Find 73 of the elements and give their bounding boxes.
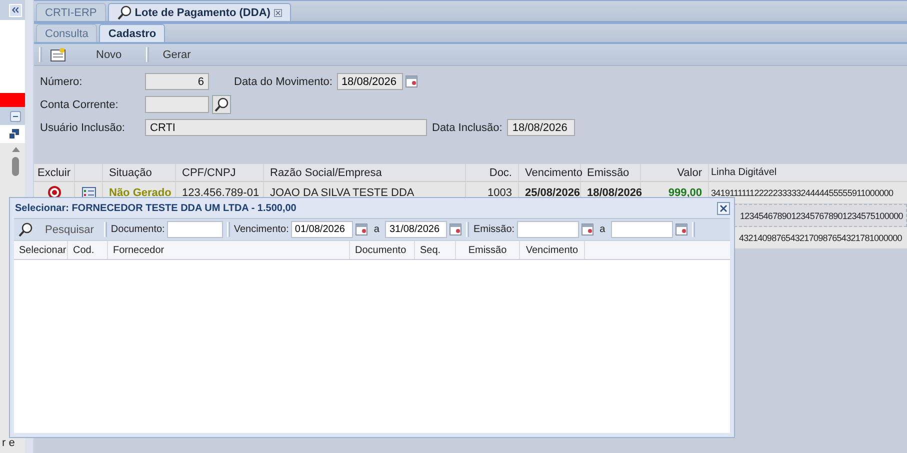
search-icon	[116, 5, 131, 20]
table-cell: 18/08/2026	[587, 186, 642, 198]
input-field[interactable]: CRTI	[145, 119, 427, 136]
new-document-icon	[50, 48, 66, 62]
search-button[interactable]: Pesquisar	[18, 222, 100, 237]
field-label: Data do Movimento:	[234, 76, 332, 88]
input-field[interactable]: 6	[145, 73, 209, 90]
column-header[interactable]: Doc.	[466, 164, 519, 181]
scrollbar-thumb[interactable]	[12, 157, 19, 176]
date-field[interactable]: 18/08/2026	[337, 73, 404, 90]
table-cell: 123.456.789-01	[182, 186, 260, 198]
toolbar-button[interactable]: Gerar	[156, 46, 197, 62]
table-cell: 43214098765432170987654321781000000	[739, 232, 902, 242]
column-header[interactable]: Documento	[350, 241, 415, 259]
column-header[interactable]: Emissão	[456, 241, 520, 259]
field-label: Vencimento:	[234, 224, 289, 235]
column-header[interactable]: Situação	[103, 164, 176, 181]
field-label: Documento:	[110, 224, 165, 235]
table-cell: Não Gerado	[109, 186, 172, 198]
table-cell: 25/08/2026	[525, 186, 580, 198]
table-cell: 3419111111222223333324444455555911000000	[711, 188, 894, 198]
column-header[interactable]: Emissão	[581, 164, 641, 181]
window-icon	[9, 129, 19, 139]
table-cell: 12345467890123457678901234575100000	[740, 210, 903, 220]
delete-icon	[48, 186, 60, 199]
toolbar-button[interactable]: Novo	[90, 46, 128, 62]
table-cell: 999,00	[668, 186, 702, 198]
column-header[interactable]: Seq.	[415, 241, 456, 259]
double-chevron-icon	[12, 7, 19, 13]
table-cell: JOAO DA SILVA TESTE DDA	[270, 186, 414, 198]
date-field[interactable]: 31/08/2026	[385, 221, 448, 238]
input-field[interactable]	[166, 221, 223, 238]
column-header[interactable]: Selecionar	[14, 241, 68, 259]
calendar-icon	[580, 223, 594, 236]
dialog-title: Selecionar: FORNECEDOR TESTE DDA UM LTDA - 1.500,00	[15, 202, 296, 214]
search-icon	[18, 222, 33, 237]
column-header[interactable]: Vencimento	[520, 241, 585, 259]
date-field[interactable]	[516, 221, 579, 238]
calendar-icon	[675, 223, 688, 236]
minimize-button[interactable]	[10, 110, 21, 122]
field-label: a	[374, 224, 380, 235]
column-header[interactable]: Razão Social/Empresa	[264, 164, 466, 181]
input-field[interactable]	[145, 96, 209, 113]
column-header[interactable]: Cod.	[68, 241, 108, 259]
close-button[interactable]	[717, 202, 730, 214]
search-icon	[214, 97, 229, 112]
column-header[interactable]: Excluir	[34, 164, 75, 181]
date-field[interactable]	[611, 221, 674, 238]
field-label: Conta Corrente:	[40, 98, 120, 110]
field-label: Usuário Inclusão:	[40, 122, 126, 134]
input-field[interactable]: 18/08/2026	[507, 119, 576, 136]
calendar-icon	[405, 75, 418, 88]
collapse-button[interactable]	[9, 4, 22, 16]
field-label: a	[600, 224, 606, 235]
date-field[interactable]: 01/08/2026	[290, 221, 353, 238]
calendar-icon	[449, 223, 462, 236]
search-button[interactable]	[212, 95, 231, 114]
table-cell: 1003	[488, 186, 512, 198]
sidebar-text: r e	[2, 437, 15, 449]
tab[interactable]: Lote de Pagamento (DDA)	[108, 3, 292, 21]
column-header[interactable]: Fornecedor	[108, 241, 350, 259]
field-label: Data Inclusão:	[432, 122, 502, 134]
column-header[interactable]: CPF/CNPJ	[176, 164, 264, 181]
column-header[interactable]: Valor	[641, 164, 709, 181]
calendar-icon	[354, 223, 368, 236]
scroll-up-icon	[12, 147, 20, 152]
field-label: Emissão:	[473, 224, 515, 235]
column-header[interactable]: Linha Digitável	[709, 164, 907, 181]
close-icon	[720, 204, 727, 212]
field-label: Número:	[40, 76, 84, 88]
close-icon	[274, 8, 282, 16]
column-header[interactable]: Vencimento	[519, 164, 581, 181]
tab[interactable]: Cadastro	[99, 24, 166, 42]
